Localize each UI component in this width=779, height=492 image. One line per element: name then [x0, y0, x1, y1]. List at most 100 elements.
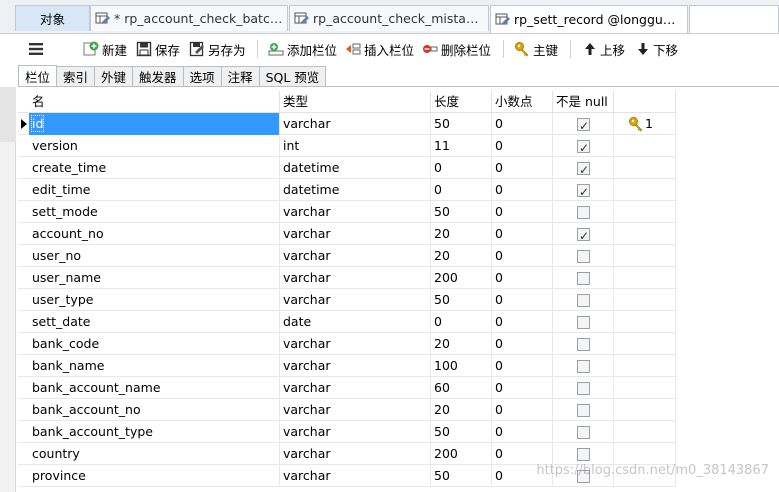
field-name-cell[interactable]: version [29, 135, 280, 157]
tab-objects[interactable]: 对象 [15, 5, 90, 31]
not-null-checkbox[interactable] [577, 250, 590, 263]
field-name-cell[interactable]: id [29, 113, 280, 135]
not-null-checkbox[interactable] [577, 225, 590, 245]
field-decimals-cell[interactable]: 0 [492, 201, 553, 223]
field-type-cell[interactable]: varchar [280, 289, 431, 311]
field-length-cell[interactable]: 0 [431, 311, 492, 333]
not-null-checkbox[interactable] [577, 137, 590, 157]
table-row[interactable]: user_name varchar 200 0 [18, 267, 676, 289]
not-null-checkbox[interactable] [577, 338, 590, 351]
field-length-cell[interactable]: 20 [431, 399, 492, 421]
tab-sql-preview[interactable]: SQL 预览 [259, 66, 327, 87]
not-null-checkbox[interactable] [577, 272, 590, 285]
field-length-cell[interactable]: 20 [431, 333, 492, 355]
not-null-checkbox[interactable] [577, 206, 590, 219]
field-length-cell[interactable]: 20 [431, 223, 492, 245]
tab-indexes[interactable]: 索引 [57, 66, 96, 87]
header-not-null[interactable]: 不是 null [553, 91, 614, 113]
move-up-button[interactable]: 上移 [583, 38, 625, 60]
table-row[interactable]: user_type varchar 50 0 [18, 289, 676, 311]
field-length-cell[interactable]: 100 [431, 355, 492, 377]
field-decimals-cell[interactable]: 0 [492, 443, 553, 465]
field-type-cell[interactable]: varchar [280, 443, 431, 465]
field-type-cell[interactable]: datetime [280, 157, 431, 179]
field-name-cell[interactable]: bank_name [29, 355, 280, 377]
field-type-cell[interactable]: varchar [280, 355, 431, 377]
field-type-cell[interactable]: int [280, 135, 431, 157]
field-name-cell[interactable]: bank_account_name [29, 377, 280, 399]
field-name-cell[interactable]: user_type [29, 289, 280, 311]
field-name-cell[interactable]: create_time [29, 157, 280, 179]
field-length-cell[interactable]: 200 [431, 267, 492, 289]
table-row[interactable]: bank_code varchar 20 0 [18, 333, 676, 355]
field-type-cell[interactable]: varchar [280, 223, 431, 245]
field-name-cell[interactable]: user_name [29, 267, 280, 289]
tab-triggers[interactable]: 触发器 [133, 66, 184, 87]
tab-rp-account-check-batch[interactable]: * rp_account_check_batch @... [90, 5, 288, 31]
header-name[interactable]: 名 [29, 91, 280, 113]
field-type-cell[interactable]: varchar [280, 333, 431, 355]
table-row[interactable]: account_no varchar 20 0 [18, 223, 676, 245]
header-decimals[interactable]: 小数点 [492, 91, 553, 113]
field-length-cell[interactable]: 0 [431, 179, 492, 201]
field-name-cell[interactable]: sett_mode [29, 201, 280, 223]
not-null-checkbox[interactable] [577, 448, 590, 461]
table-row[interactable]: create_time datetime 0 0 [18, 157, 676, 179]
field-type-cell[interactable]: varchar [280, 267, 431, 289]
field-length-cell[interactable]: 11 [431, 135, 492, 157]
field-type-cell[interactable]: varchar [280, 421, 431, 443]
primary-key-button[interactable]: 主键 [514, 38, 558, 60]
field-decimals-cell[interactable]: 0 [492, 289, 553, 311]
field-length-cell[interactable]: 50 [431, 113, 492, 135]
field-name-cell[interactable]: bank_code [29, 333, 280, 355]
save-button[interactable]: 保存 [136, 38, 180, 60]
field-type-cell[interactable]: date [280, 311, 431, 333]
field-type-cell[interactable]: varchar [280, 399, 431, 421]
table-row[interactable]: bank_account_name varchar 60 0 [18, 377, 676, 399]
header-length[interactable]: 长度 [431, 91, 492, 113]
field-name-cell[interactable]: country [29, 443, 280, 465]
not-null-checkbox[interactable] [577, 115, 590, 135]
table-row[interactable]: bank_account_no varchar 20 0 [18, 399, 676, 421]
tab-foreign-keys[interactable]: 外键 [95, 66, 134, 87]
table-row[interactable]: id varchar500 1 [18, 113, 676, 135]
not-null-checkbox[interactable] [577, 294, 590, 307]
field-decimals-cell[interactable]: 0 [492, 157, 553, 179]
field-name-cell[interactable]: bank_account_type [29, 421, 280, 443]
tab-rp-sett-record[interactable]: rp_sett_record @longguo-p... [490, 5, 688, 33]
field-length-cell[interactable]: 50 [431, 421, 492, 443]
field-type-cell[interactable]: varchar [280, 201, 431, 223]
save-as-button[interactable]: 另存为 [189, 38, 246, 60]
field-decimals-cell[interactable]: 0 [492, 399, 553, 421]
move-down-button[interactable]: 下移 [636, 38, 678, 60]
field-length-cell[interactable]: 200 [431, 443, 492, 465]
field-name-cell[interactable]: account_no [29, 223, 280, 245]
field-length-cell[interactable]: 50 [431, 465, 492, 487]
field-length-cell[interactable]: 20 [431, 245, 492, 267]
field-length-cell[interactable]: 50 [431, 289, 492, 311]
not-null-checkbox[interactable] [577, 159, 590, 179]
field-type-cell[interactable]: varchar [280, 113, 431, 135]
tab-rp-account-check-mistake[interactable]: rp_account_check_mistake_s... [289, 5, 489, 31]
field-decimals-cell[interactable]: 0 [492, 135, 553, 157]
tab-comment[interactable]: 注释 [221, 66, 260, 87]
table-row[interactable]: bank_account_type varchar 50 0 [18, 421, 676, 443]
new-button[interactable]: 新建 [83, 38, 127, 60]
tab-fields[interactable]: 栏位 [18, 65, 58, 87]
field-type-cell[interactable]: varchar [280, 465, 431, 487]
header-type[interactable]: 类型 [280, 91, 431, 113]
field-decimals-cell[interactable]: 0 [492, 333, 553, 355]
table-row[interactable]: bank_name varchar 100 0 [18, 355, 676, 377]
table-row[interactable]: sett_date date 0 0 [18, 311, 676, 333]
delete-field-button[interactable]: 删除栏位 [422, 38, 491, 60]
add-field-button[interactable]: 添加栏位 [268, 38, 337, 60]
field-type-cell[interactable]: datetime [280, 179, 431, 201]
field-length-cell[interactable]: 50 [431, 201, 492, 223]
field-decimals-cell[interactable]: 0 [492, 355, 553, 377]
table-row[interactable]: country varchar 200 0 [18, 443, 676, 465]
field-name-cell[interactable]: sett_date [29, 311, 280, 333]
field-name-cell[interactable]: edit_time [29, 179, 280, 201]
field-name-cell[interactable]: province [29, 465, 280, 487]
field-type-cell[interactable]: varchar [280, 377, 431, 399]
not-null-checkbox[interactable] [577, 181, 590, 201]
